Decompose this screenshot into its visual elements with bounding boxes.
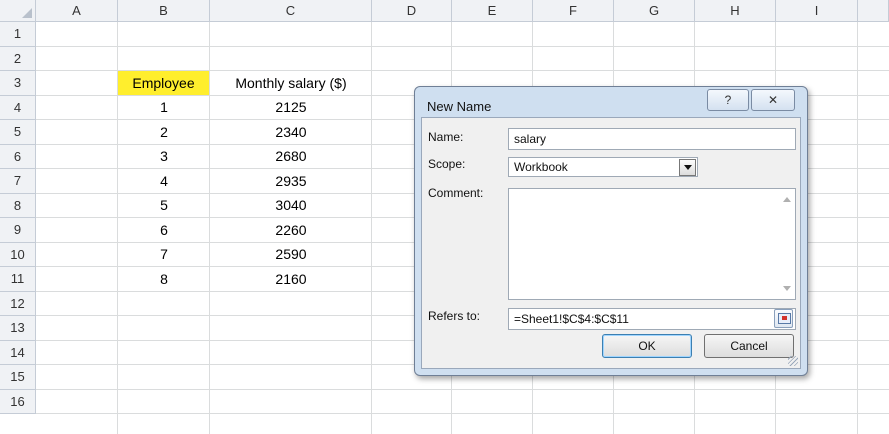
name-input[interactable]: salary bbox=[508, 128, 796, 150]
salary-cell[interactable]: 3040 bbox=[210, 194, 372, 218]
row-header[interactable]: 12 bbox=[0, 291, 36, 316]
scroll-down-icon[interactable] bbox=[783, 286, 791, 291]
row-header[interactable]: 11 bbox=[0, 267, 36, 292]
close-button[interactable]: ✕ bbox=[751, 89, 795, 111]
column-header[interactable]: I bbox=[776, 0, 858, 22]
row-header[interactable]: 6 bbox=[0, 144, 36, 169]
gridline bbox=[857, 22, 858, 434]
column-header-empty[interactable] bbox=[858, 0, 889, 22]
employee-cell[interactable]: 5 bbox=[118, 194, 210, 218]
employee-cell[interactable]: 4 bbox=[118, 169, 210, 193]
salary-cell[interactable]: 2340 bbox=[210, 120, 372, 144]
salary-cell[interactable]: 2260 bbox=[210, 218, 372, 242]
select-all-icon bbox=[22, 8, 32, 18]
chevron-down-icon[interactable] bbox=[679, 159, 696, 176]
row-header[interactable]: 2 bbox=[0, 46, 36, 71]
column-header[interactable]: C bbox=[210, 0, 372, 22]
employee-cell[interactable]: 1 bbox=[118, 96, 210, 120]
scope-value: Workbook bbox=[514, 160, 568, 174]
select-all-corner[interactable] bbox=[0, 0, 36, 22]
row-header[interactable]: 16 bbox=[0, 389, 36, 414]
row-header[interactable]: 5 bbox=[0, 120, 36, 145]
resize-grip-icon[interactable] bbox=[788, 356, 798, 366]
new-name-dialog: New Name ? ✕ Name: salary Scope: Workboo… bbox=[414, 86, 808, 376]
row-header[interactable]: 4 bbox=[0, 95, 36, 120]
employee-cell[interactable]: 2 bbox=[118, 120, 210, 144]
row-header[interactable]: 3 bbox=[0, 71, 36, 96]
salary-cell[interactable]: 2680 bbox=[210, 145, 372, 169]
column-header[interactable]: F bbox=[533, 0, 614, 22]
row-header[interactable]: 8 bbox=[0, 193, 36, 218]
salary-cell[interactable]: 2160 bbox=[210, 267, 372, 291]
name-label: Name: bbox=[428, 130, 464, 144]
row-header[interactable]: 7 bbox=[0, 169, 36, 194]
gridline bbox=[36, 413, 889, 414]
gridline bbox=[36, 388, 889, 390]
comment-scrollbar[interactable] bbox=[778, 189, 795, 299]
refers-to-label: Refers to: bbox=[428, 309, 481, 323]
salary-header-cell[interactable]: Monthly salary ($) bbox=[210, 71, 372, 95]
ok-button[interactable]: OK bbox=[602, 334, 692, 358]
scope-select[interactable]: Workbook bbox=[508, 157, 698, 177]
row-header[interactable]: 1 bbox=[0, 22, 36, 47]
row-header[interactable]: 9 bbox=[0, 218, 36, 243]
scope-label: Scope: bbox=[428, 157, 466, 171]
column-header[interactable]: D bbox=[372, 0, 452, 22]
employee-cell[interactable]: 3 bbox=[118, 145, 210, 169]
column-header[interactable]: E bbox=[452, 0, 533, 22]
employee-header-cell[interactable]: Employee bbox=[118, 71, 209, 95]
salary-cell[interactable]: 2125 bbox=[210, 96, 372, 120]
row-header[interactable]: 10 bbox=[0, 242, 36, 267]
close-icon: ✕ bbox=[767, 93, 779, 107]
row-header[interactable]: 13 bbox=[0, 316, 36, 341]
column-header[interactable]: A bbox=[36, 0, 118, 22]
dialog-title: New Name bbox=[427, 99, 492, 114]
help-button[interactable]: ? bbox=[707, 89, 749, 111]
column-header[interactable]: H bbox=[695, 0, 776, 22]
gridline bbox=[36, 45, 889, 47]
row-header[interactable]: 14 bbox=[0, 340, 36, 365]
refers-to-input[interactable]: =Sheet1!$C$4:$C$11 bbox=[508, 308, 796, 330]
employee-cell[interactable]: 6 bbox=[118, 218, 210, 242]
help-icon: ? bbox=[724, 93, 732, 107]
column-header[interactable]: G bbox=[614, 0, 695, 22]
comment-textarea[interactable] bbox=[508, 188, 796, 300]
comment-label: Comment: bbox=[428, 186, 484, 200]
cancel-button[interactable]: Cancel bbox=[704, 334, 794, 358]
row-header[interactable]: 15 bbox=[0, 365, 36, 390]
dialog-body: Name: salary Scope: Workbook Comment: Re… bbox=[421, 117, 801, 369]
employee-cell[interactable]: 8 bbox=[118, 267, 210, 291]
salary-cell[interactable]: 2935 bbox=[210, 169, 372, 193]
employee-cell[interactable]: 7 bbox=[118, 243, 210, 267]
range-select-icon[interactable] bbox=[774, 309, 793, 328]
refers-to-value: =Sheet1!$C$4:$C$11 bbox=[514, 312, 629, 326]
column-header[interactable]: B bbox=[118, 0, 210, 22]
scroll-up-icon[interactable] bbox=[783, 197, 791, 202]
salary-cell[interactable]: 2590 bbox=[210, 243, 372, 267]
